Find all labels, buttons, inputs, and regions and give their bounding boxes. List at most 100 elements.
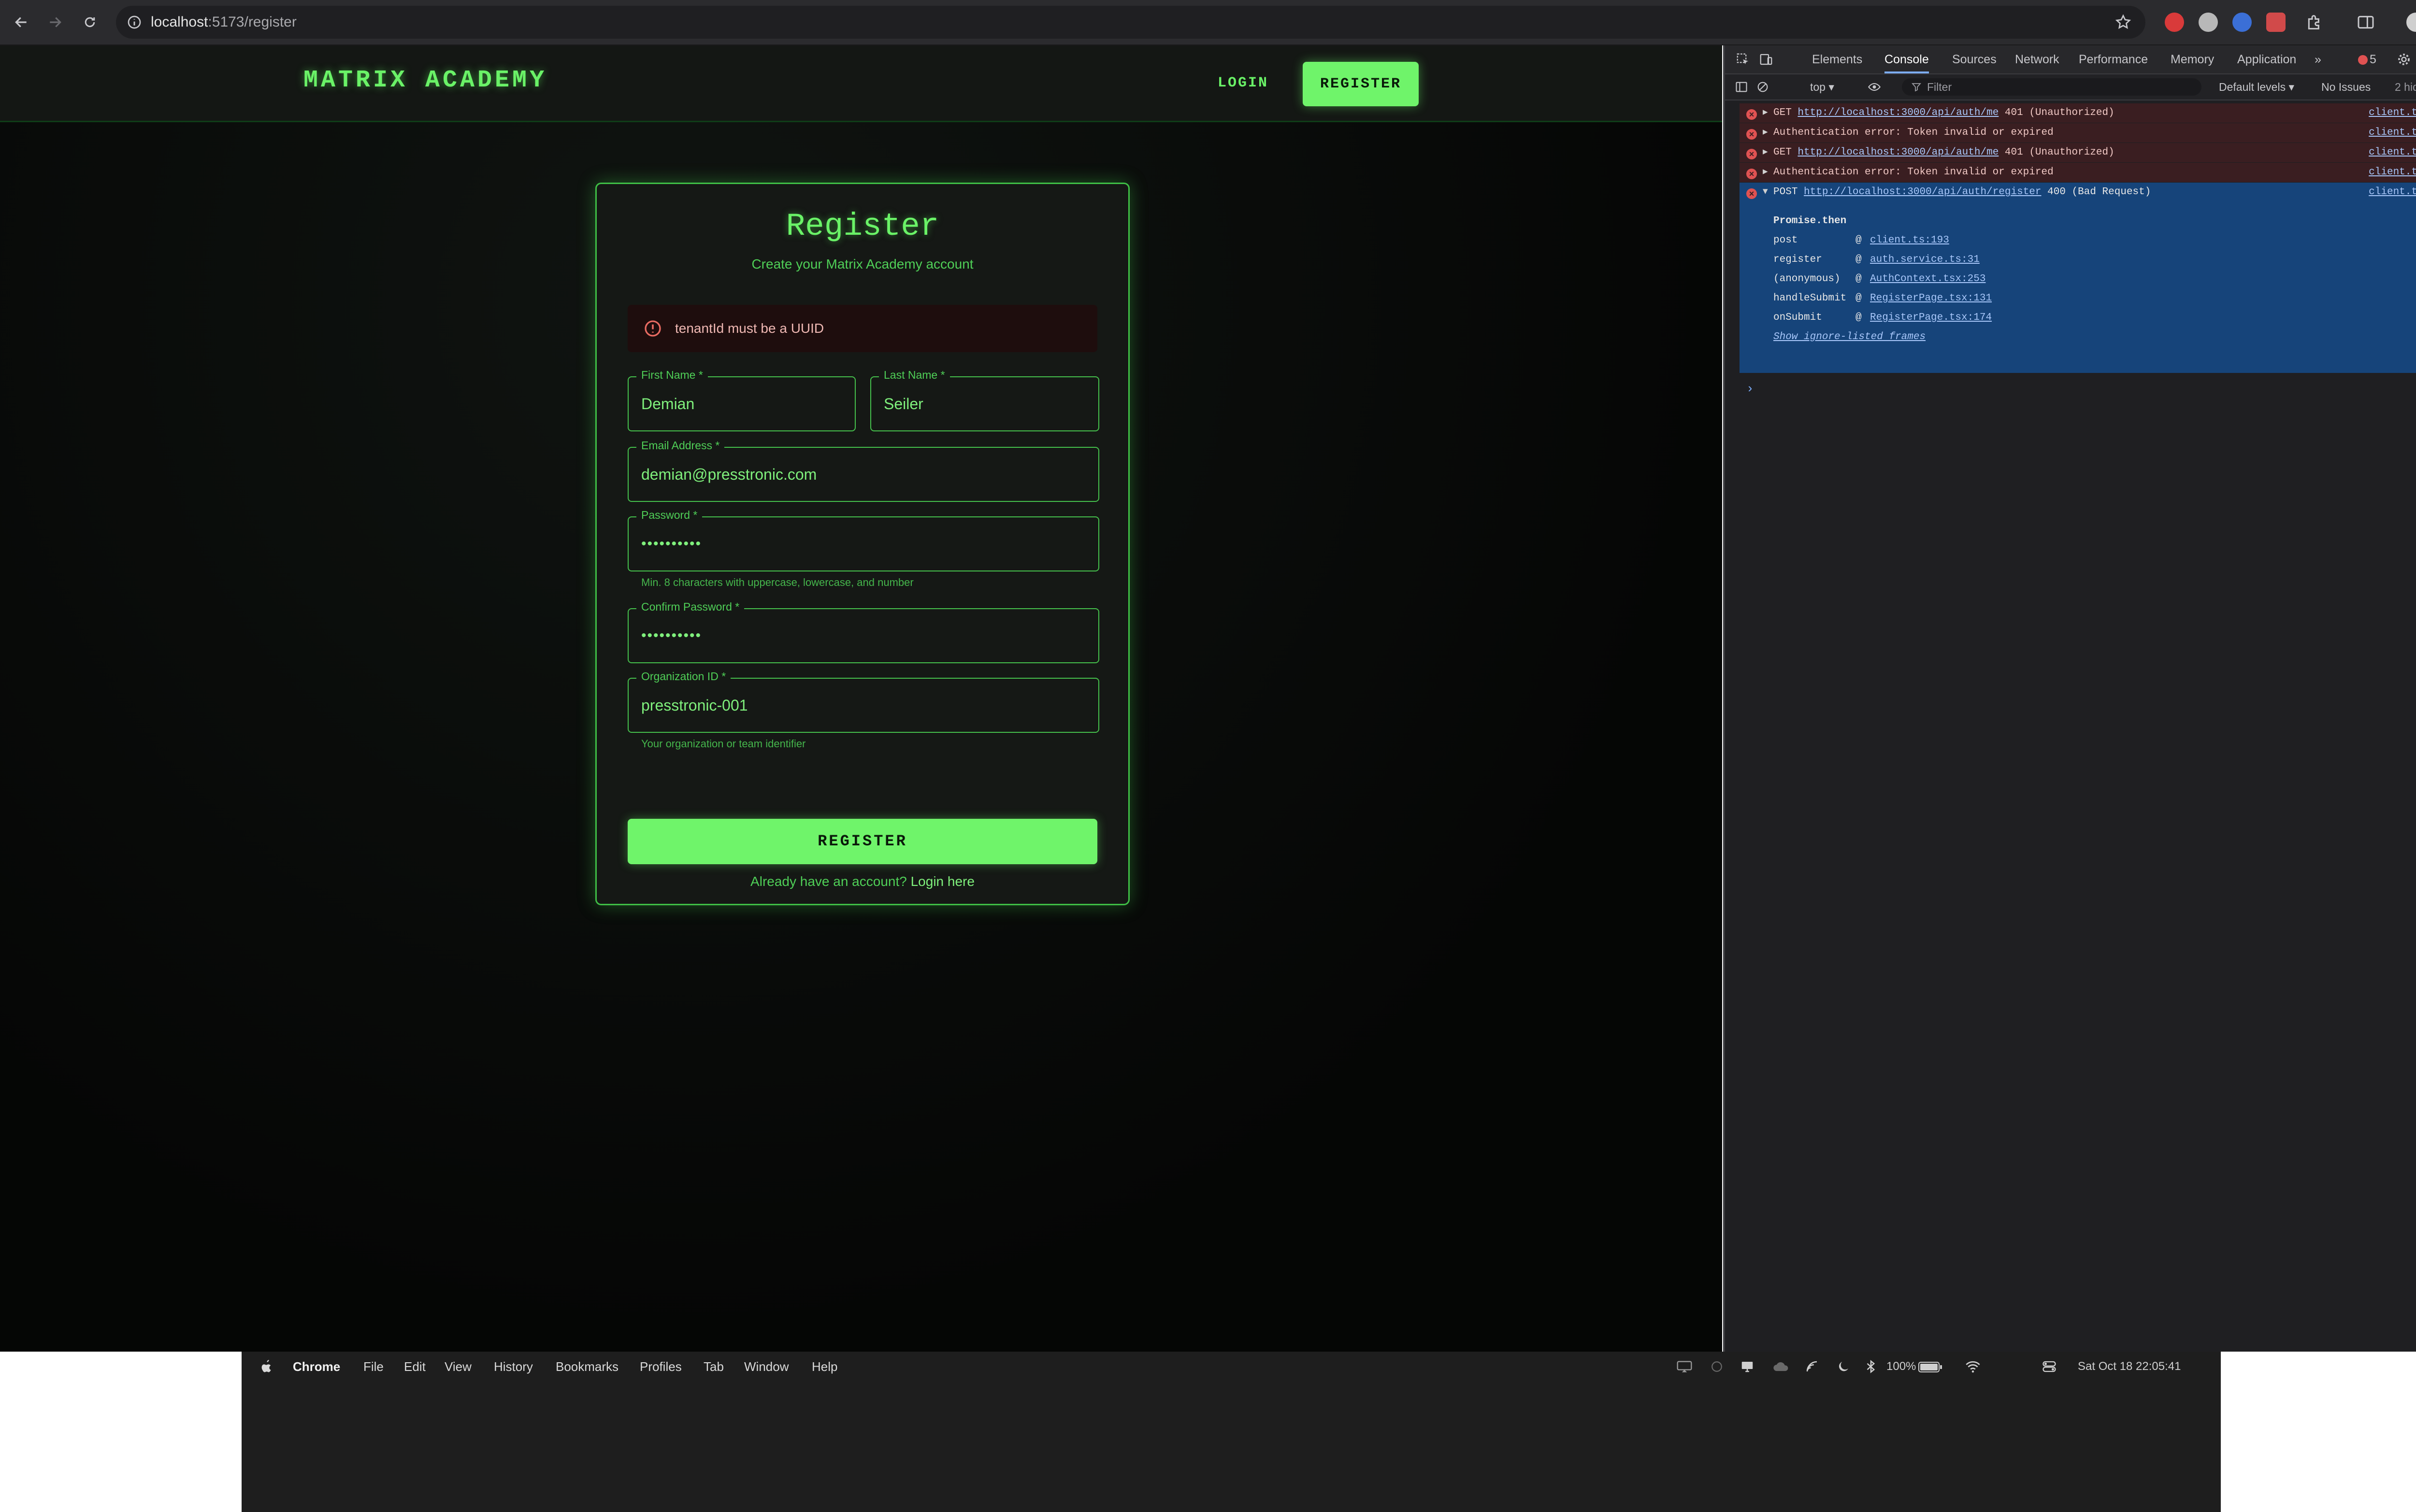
tab-network[interactable]: Network [2015,45,2059,73]
console-error-row[interactable]: × ▸ Authentication error: Token invalid o… [1740,123,2416,143]
register-submit-button[interactable]: REGISTER [628,819,1097,864]
frame-source-link[interactable]: auth.service.ts:31 [1870,254,1980,265]
settings-gear-icon[interactable] [2397,52,2411,67]
confirm-password-field[interactable]: Confirm Password * •••••••••• [628,600,1099,663]
display-icon[interactable] [1740,1359,1755,1374]
cloud-icon[interactable] [1771,1360,1791,1373]
console-filter-input[interactable]: Filter [1902,78,2201,96]
first-name-value[interactable]: Demian [641,377,694,430]
status-circle-icon[interactable] [1711,1360,1723,1373]
menu-edit[interactable]: Edit [404,1352,426,1382]
first-name-field[interactable]: First Name * Demian [628,369,856,431]
console-error-row[interactable]: × ▸ GET http://localhost:3000/api/auth/me… [1740,103,2416,123]
menu-view[interactable]: View [445,1352,472,1382]
address-bar[interactable]: localhost:5173/register [116,6,2145,39]
menu-bookmarks[interactable]: Bookmarks [556,1352,618,1382]
log-levels-dropdown[interactable]: Default levels ▾ [2219,74,2294,100]
live-expression-eye-icon[interactable] [1867,80,1882,94]
password-field[interactable]: Password * •••••••••• [628,509,1099,571]
source-link[interactable]: client.ts:181 [2369,103,2416,123]
moon-icon[interactable] [1836,1359,1851,1374]
extension-icon[interactable] [2266,13,2286,32]
device-toolbar-icon[interactable] [1759,52,1773,67]
issues-count[interactable]: No Issues [2321,74,2371,100]
request-url-link[interactable]: http://localhost:3000/api/auth/me [1798,107,1999,118]
tab-memory[interactable]: Memory [2171,45,2214,73]
frame-source-link[interactable]: RegisterPage.tsx:174 [1870,312,1992,323]
last-name-field[interactable]: Last Name * Seiler [870,369,1099,431]
expand-caret-icon[interactable]: ▸ [1763,163,1768,182]
url-text[interactable]: localhost:5173/register [151,6,297,39]
request-url-link[interactable]: http://localhost:3000/api/auth/register [1804,186,2041,198]
expand-caret-icon[interactable]: ▸ [1763,103,1768,123]
console-error-row[interactable]: × ▸ Authentication error: Token invalid o… [1740,163,2416,182]
screen-mirroring-icon[interactable] [1675,1360,1694,1373]
tab-sources[interactable]: Sources [1952,45,1997,73]
site-info-icon[interactable] [127,14,142,30]
stack-frame: handleSubmit @ RegisterPage.tsx:131 [1773,293,1992,304]
source-link[interactable]: client.ts:156 [2369,123,2416,143]
confirm-password-value[interactable]: •••••••••• [641,609,702,662]
source-link[interactable]: client.ts:193 [2369,183,2416,202]
tab-elements[interactable]: Elements [1812,45,1862,73]
battery-icon[interactable] [1918,1361,1942,1373]
last-name-value[interactable]: Seiler [884,377,923,430]
frame-source-link[interactable]: RegisterPage.tsx:131 [1870,293,1992,304]
email-field[interactable]: Email Address * demian@presstronic.com [628,439,1099,502]
menu-tab[interactable]: Tab [704,1352,724,1382]
frame-source-link[interactable]: AuthContext.tsx:253 [1870,273,1985,285]
context-selector[interactable]: top ▾ [1810,74,1834,100]
bluetooth-icon[interactable] [1865,1359,1877,1374]
reload-button[interactable] [77,10,102,35]
tab-application[interactable]: Application [2237,45,2296,73]
menu-file[interactable]: File [363,1352,384,1382]
login-here-link[interactable]: Login here [911,874,975,889]
menu-profiles[interactable]: Profiles [640,1352,682,1382]
bookmark-star-icon[interactable] [2114,14,2132,31]
frame-source-link[interactable]: client.ts:193 [1870,235,1949,246]
source-link[interactable]: client.ts:181 [2369,143,2416,162]
clear-console-icon[interactable] [1756,80,1769,94]
tab-performance[interactable]: Performance [2079,45,2148,73]
extension-icon[interactable] [2165,13,2184,32]
profile-avatar[interactable] [2406,13,2416,32]
request-url-link[interactable]: http://localhost:3000/api/auth/me [1798,147,1999,158]
nav-register-button[interactable]: REGISTER [1303,62,1419,106]
broadcast-icon[interactable] [1804,1359,1820,1374]
site-logo[interactable]: MATRIX ACADEMY [303,67,547,94]
tab-console[interactable]: Console [1884,45,1929,73]
control-center-icon[interactable] [2042,1360,2056,1373]
extensions-puzzle-icon[interactable] [2305,13,2324,32]
show-ignore-listed-link[interactable]: Show ignore-listed frames [1773,331,1926,342]
expand-caret-icon[interactable]: ▸ [1763,143,1768,162]
menu-history[interactable]: History [494,1352,533,1382]
organization-id-value[interactable]: presstronic-001 [641,679,748,732]
side-panel-icon[interactable] [2356,13,2375,32]
expand-caret-icon[interactable]: ▸ [1763,123,1768,143]
apple-logo-icon[interactable] [260,1359,273,1374]
error-count-badge[interactable]: 5 [2358,45,2376,73]
collapse-caret-icon[interactable]: ▾ [1763,183,1768,202]
password-value[interactable]: •••••••••• [641,517,702,571]
forward-button[interactable] [43,10,68,35]
menu-help[interactable]: Help [812,1352,837,1382]
organization-id-field[interactable]: Organization ID * presstronic-001 [628,670,1099,733]
password-manager-icon[interactable] [2232,13,2252,32]
console-error-row-expanded[interactable]: × ▾ POST http://localhost:3000/api/auth/r… [1740,183,2416,215]
console-prompt[interactable]: › [1746,382,1754,396]
source-link[interactable]: client.ts:156 [2369,163,2416,182]
wifi-icon[interactable] [1965,1359,1981,1374]
sidebar-toggle-icon[interactable] [1735,80,1748,94]
inspect-element-icon[interactable] [1736,52,1750,67]
menu-window[interactable]: Window [744,1352,789,1382]
console-error-row[interactable]: × ▸ GET http://localhost:3000/api/auth/me… [1740,143,2416,162]
clock[interactable]: Sat Oct 18 22:05:41 [2078,1352,2181,1382]
more-tabs-icon[interactable]: » [2315,45,2321,73]
battery-percent[interactable]: 100% [1886,1352,1916,1382]
back-button[interactable] [9,10,34,35]
email-value[interactable]: demian@presstronic.com [641,448,817,501]
menu-chrome[interactable]: Chrome [293,1352,340,1382]
arrow-left-icon [15,17,27,28]
extension-icon[interactable] [2199,13,2218,32]
nav-login-link[interactable]: LOGIN [1208,68,1278,99]
